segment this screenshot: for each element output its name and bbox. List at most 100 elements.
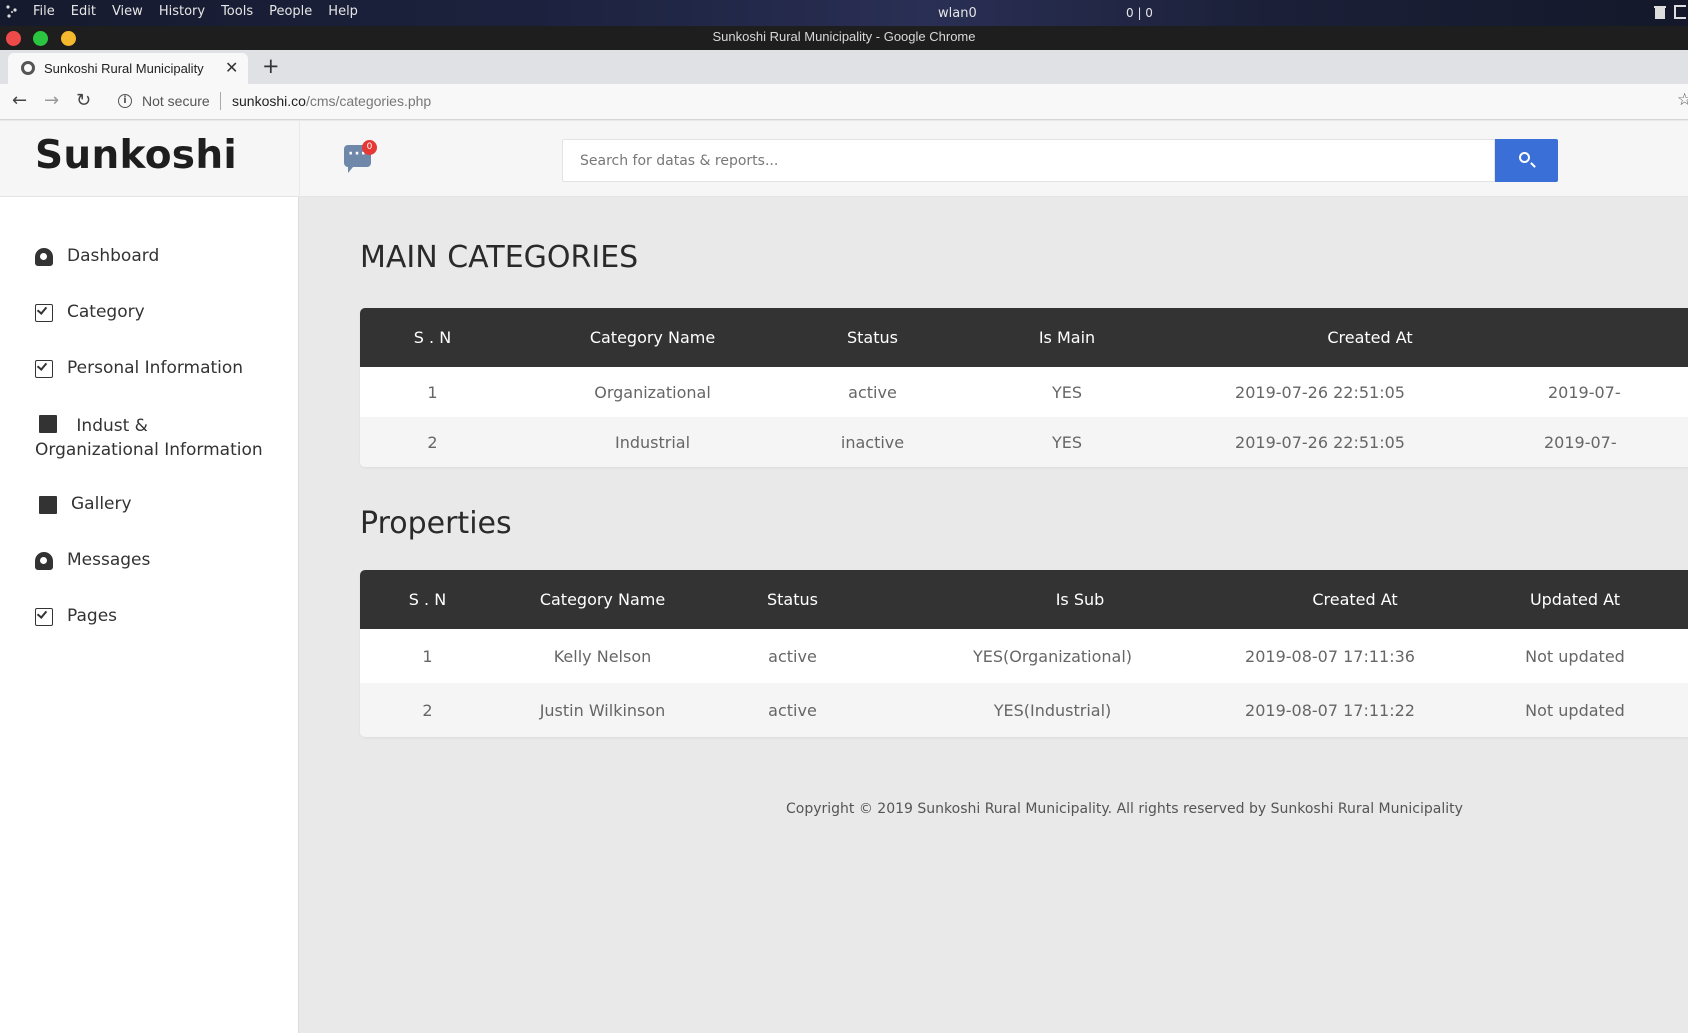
gauge-icon (35, 248, 53, 266)
table-cell: inactive (840, 432, 905, 452)
column-header: S . N (413, 328, 452, 347)
check-square-icon (35, 304, 53, 322)
sidebar: Sunkoshi Dashboard Category Personal Inf… (0, 121, 299, 1033)
window-title: Sunkoshi Rural Municipality - Google Chr… (712, 29, 976, 44)
sidebar-item-label: Dashboard (67, 246, 160, 266)
os-menu-history[interactable]: History (159, 4, 205, 19)
browser-toolbar: ← → ↻ i Not secure sunkoshi.co/cms/categ… (0, 84, 1688, 120)
info-icon[interactable]: i (118, 94, 132, 108)
check-square-icon (35, 608, 53, 626)
table-cell: 2 (422, 700, 433, 720)
table-cell: active (848, 382, 897, 402)
table-cell: 2019-08-07 17:11:36 (1245, 646, 1415, 666)
os-menu-file[interactable]: File (33, 4, 55, 19)
column-header: Is Main (1038, 328, 1096, 347)
column-header: Category Name (589, 328, 716, 347)
properties-title: Properties (360, 506, 512, 541)
brand-header: Sunkoshi (0, 121, 299, 197)
os-menu-help[interactable]: Help (328, 4, 358, 19)
sidebar-item-category[interactable]: Category (35, 302, 145, 322)
sidebar-item-label: Personal Information (67, 358, 244, 378)
trash-icon[interactable] (1654, 5, 1666, 19)
table-cell: Industrial (614, 432, 691, 452)
search-button[interactable] (1495, 139, 1558, 182)
column-header: Created At (1312, 590, 1398, 609)
table-header: S . N Category Name Status Is Main Creat… (360, 308, 1688, 367)
os-menu-view[interactable]: View (112, 4, 143, 19)
column-header: Status (767, 590, 818, 609)
os-menu-people[interactable]: People (269, 4, 312, 19)
sidebar-item-messages[interactable]: Messages (35, 550, 150, 570)
back-arrow-icon[interactable]: ← (12, 90, 27, 111)
table-cell: 2019-07- (1548, 382, 1621, 402)
brand-logo[interactable]: Sunkoshi (35, 133, 237, 178)
search-icon (1519, 152, 1530, 163)
column-header: Status (847, 328, 898, 347)
table-cell: 2019-07-26 22:51:05 (1235, 382, 1405, 402)
sidebar-item-indust-organizational-information[interactable]: Indust & Organizational Information (35, 413, 275, 462)
table-cell: 2 (427, 432, 438, 452)
globe-icon (21, 61, 35, 75)
browser-tab[interactable]: Sunkoshi Rural Municipality ✕ (8, 53, 248, 84)
table-row: 2 Justin Wilkinson active YES(Industrial… (360, 683, 1688, 737)
sidebar-item-dashboard[interactable]: Dashboard (35, 246, 159, 266)
column-header: Category Name (539, 590, 666, 609)
table-cell: 2019-07-26 22:51:05 (1235, 432, 1405, 452)
forward-arrow-icon[interactable]: → (44, 90, 59, 111)
table-cell: YES(Industrial) (993, 700, 1112, 720)
properties-table: S . N Category Name Status Is Sub Create… (360, 570, 1688, 737)
os-logo-icon[interactable] (4, 4, 20, 20)
table-cell: 1 (427, 382, 438, 402)
column-header: Created At (1327, 328, 1413, 347)
table-row: 1 Kelly Nelson active YES(Organizational… (360, 629, 1688, 683)
table-cell: 2019-07- (1544, 432, 1617, 452)
os-menu-edit[interactable]: Edit (71, 4, 96, 19)
panel-edge-icon (1674, 5, 1686, 19)
table-cell: active (768, 646, 817, 666)
sidebar-item-pages[interactable]: Pages (35, 606, 117, 626)
gauge-icon (35, 552, 53, 570)
os-menu-tools[interactable]: Tools (221, 4, 253, 19)
table-cell: Justin Wilkinson (539, 700, 666, 720)
sidebar-item-label: Messages (67, 550, 151, 570)
table-row: 1 Organizational active YES 2019-07-26 2… (360, 367, 1688, 417)
main-categories-table: S . N Category Name Status Is Main Creat… (360, 308, 1688, 467)
sidebar-item-label: Category (67, 302, 145, 322)
new-tab-icon[interactable]: + (262, 54, 280, 78)
table-cell: YES (1051, 432, 1083, 452)
security-label[interactable]: Not secure (142, 93, 210, 109)
table-cell: Not updated (1525, 646, 1625, 666)
table-cell: Kelly Nelson (553, 646, 652, 666)
copy-icon (35, 415, 57, 435)
tab-strip: Sunkoshi Rural Municipality ✕ + (0, 50, 1688, 84)
reload-icon[interactable]: ↻ (76, 90, 91, 111)
message-count-badge: 0 (362, 140, 377, 155)
column-header: S . N (408, 590, 447, 609)
address-bar[interactable]: i Not secure sunkoshi.co/cms/categories.… (110, 88, 1688, 116)
window-titlebar: Sunkoshi Rural Municipality - Google Chr… (0, 26, 1688, 50)
check-square-icon (35, 360, 53, 378)
network-stats: 0 | 0 (1126, 6, 1153, 20)
sidebar-item-personal-information[interactable]: Personal Information (35, 358, 243, 378)
tab-close-icon[interactable]: ✕ (225, 58, 238, 77)
url-domain: sunkoshi.co (232, 93, 306, 109)
table-cell: 2019-08-07 17:11:22 (1245, 700, 1415, 720)
sidebar-item-label: Pages (67, 606, 118, 626)
table-cell: Not updated (1525, 700, 1625, 720)
main-categories-title: MAIN CATEGORIES (360, 240, 639, 275)
table-cell: active (768, 700, 817, 720)
table-cell: Organizational (594, 382, 711, 402)
table-cell: 1 (422, 646, 433, 666)
table-header: S . N Category Name Status Is Sub Create… (360, 570, 1688, 629)
url-text[interactable]: sunkoshi.co/cms/categories.php (232, 93, 431, 109)
search-input[interactable] (562, 139, 1495, 182)
column-header: Updated At (1529, 590, 1621, 609)
bookmark-star-icon[interactable]: ☆ (1677, 90, 1688, 110)
url-path: /cms/categories.php (305, 93, 432, 109)
os-menu-bar: File Edit View History Tools People Help (33, 4, 374, 19)
url-separator (220, 92, 221, 110)
page: Sunkoshi Dashboard Category Personal Inf… (0, 121, 1688, 1033)
sidebar-item-label: Gallery (71, 494, 132, 514)
top-bar: ··· 0 (300, 121, 1688, 197)
sidebar-item-gallery[interactable]: Gallery (35, 494, 132, 516)
